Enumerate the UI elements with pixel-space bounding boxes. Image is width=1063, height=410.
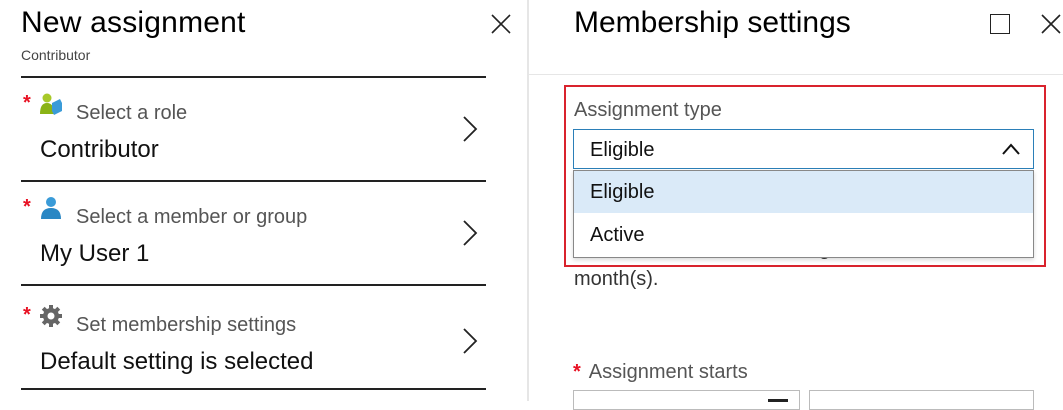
required-marker: * [573,361,581,383]
item-value: Default setting is selected [40,348,314,375]
option-eligible[interactable]: Eligible [574,171,1033,213]
membership-settings-item[interactable]: * Set membership settings Default settin… [21,290,486,394]
item-label: Set membership settings [76,314,297,336]
duration-unit-text: month(s). [574,268,659,290]
maximize-icon[interactable] [990,14,1010,34]
user-icon [41,197,61,219]
chevron-right-icon [463,328,478,354]
chevron-up-icon [1002,143,1020,155]
assignment-type-select[interactable]: Eligible [573,129,1034,169]
blade-title: New assignment [21,6,246,39]
item-value: Contributor [40,136,159,163]
blade-subtitle: Contributor [21,47,91,63]
header-divider [529,74,1063,75]
item-divider [21,284,486,286]
close-icon[interactable] [1039,12,1063,36]
item-value: My User 1 [40,240,150,267]
new-assignment-blade: New assignment Contributor * Select a ro… [0,0,527,401]
close-icon[interactable] [489,12,513,36]
assignment-starts-label: * Assignment starts [573,361,748,383]
required-marker: * [23,196,31,218]
start-time-input[interactable] [809,390,1034,410]
start-date-input[interactable] [573,390,800,410]
required-marker: * [23,92,31,114]
membership-settings-blade: Membership settings g month(s). Assignme… [529,0,1063,410]
required-marker: * [23,304,31,326]
selected-value: Eligible [590,139,655,161]
chevron-right-icon [463,116,478,142]
chevron-right-icon [463,220,478,246]
item-label: Select a role [76,102,188,124]
item-label: Select a member or group [76,206,308,228]
select-role-item[interactable]: * Select a role Contributor [21,78,486,182]
role-icon [40,93,62,115]
item-divider [21,388,486,390]
gear-icon [40,305,62,327]
blade-title: Membership settings [574,6,851,39]
assignment-type-dropdown: Eligible Active [573,170,1034,258]
assignment-type-label: Assignment type [574,99,722,121]
option-active[interactable]: Active [574,214,1033,256]
select-member-item[interactable]: * Select a member or group My User 1 [21,182,486,286]
